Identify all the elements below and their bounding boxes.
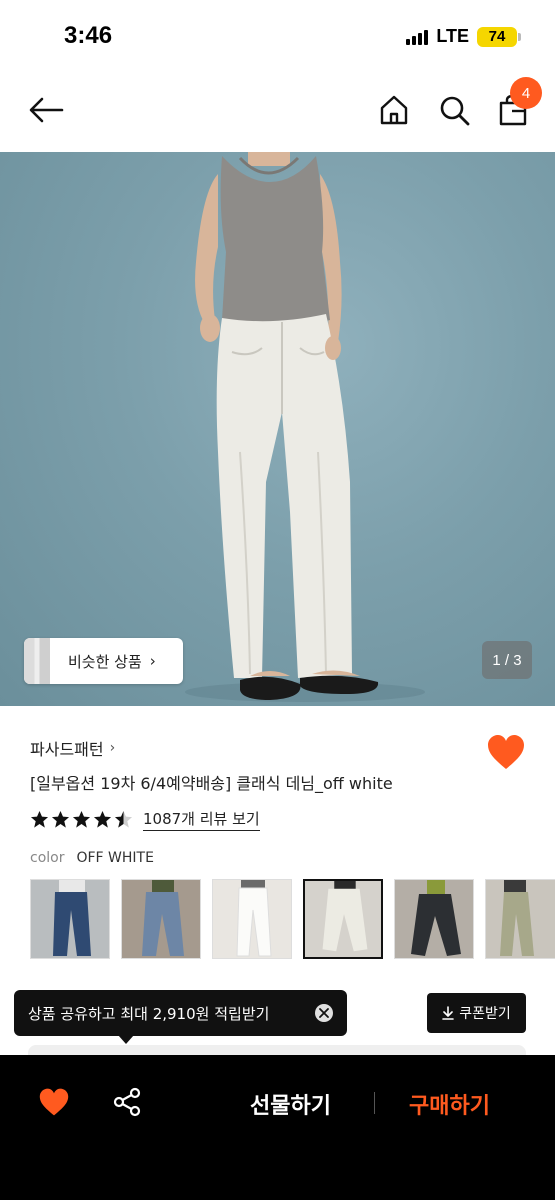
chevron-right-icon: ›	[109, 740, 116, 756]
review-link[interactable]: 1087개 리뷰 보기	[143, 808, 260, 831]
gift-button[interactable]: 선물하기	[250, 1088, 331, 1120]
product-photo	[185, 152, 425, 702]
like-button[interactable]	[486, 733, 526, 771]
close-tooltip-button[interactable]	[315, 1004, 333, 1022]
back-button[interactable]	[26, 90, 66, 130]
swatch-thumbnail	[31, 880, 109, 958]
home-icon	[380, 95, 408, 125]
battery-icon: 74	[477, 26, 521, 47]
search-icon	[440, 96, 470, 126]
star-icon	[30, 810, 49, 828]
similar-thumbnail	[24, 638, 50, 684]
share-reward-text: 상품 공유하고 최대 2,910원 적립받기	[28, 1004, 270, 1023]
similar-products-label: 비슷한 상품	[68, 652, 142, 671]
signal-icon	[406, 29, 429, 45]
share-reward-tooltip: 상품 공유하고 최대 2,910원 적립받기	[14, 990, 347, 1044]
swatch-white-denim[interactable]	[212, 879, 292, 959]
swatch-thumbnail	[122, 880, 200, 958]
product-title: [일부옵션 19차 6/4예약배송] 클래식 데님_off white	[30, 774, 393, 793]
network-label: LTE	[436, 26, 469, 46]
swatch-thumbnail	[213, 880, 291, 958]
bottom-action-bar: 선물하기 구매하기	[0, 1055, 555, 1200]
share-icon	[113, 1087, 141, 1117]
swatch-thumbnail	[305, 881, 381, 957]
share-button[interactable]	[112, 1087, 142, 1119]
swatch-thumbnail	[486, 880, 555, 958]
swatch-light-blue-denim[interactable]	[121, 879, 201, 959]
status-bar: 3:46 LTE 74	[0, 0, 555, 72]
coupon-label: 쿠폰받기	[459, 1006, 511, 1022]
app-header: 4	[0, 72, 555, 152]
color-swatch-list	[30, 877, 555, 961]
bottom-like-button[interactable]	[38, 1087, 72, 1119]
swatch-thumbnail	[395, 880, 473, 958]
coupon-button[interactable]: 쿠폰받기	[427, 993, 526, 1033]
status-time: 3:46	[64, 22, 113, 49]
star-icon	[51, 810, 70, 828]
star-icon	[72, 810, 91, 828]
color-value: OFF WHITE	[76, 850, 154, 866]
image-counter: 1 / 3	[482, 641, 532, 679]
brand-link[interactable]: 파사드패턴 ›	[30, 736, 115, 760]
close-icon	[319, 1008, 329, 1018]
swatch-olive-denim[interactable]	[485, 879, 555, 959]
rating-row: 1087개 리뷰 보기	[30, 808, 260, 831]
battery-level: 74	[488, 28, 506, 45]
divider	[374, 1092, 375, 1114]
back-arrow-icon	[29, 97, 64, 123]
download-icon	[442, 1006, 455, 1020]
star-icon	[114, 810, 133, 828]
similar-products-button[interactable]: 비슷한 상품 ›	[24, 638, 183, 684]
heart-icon	[39, 1088, 69, 1116]
swatch-off-white-denim[interactable]	[303, 879, 383, 959]
star-rating	[30, 810, 133, 829]
swatch-dark-blue-denim[interactable]	[30, 879, 110, 959]
status-indicators: LTE 74	[406, 26, 521, 47]
color-label: color	[30, 850, 65, 866]
star-icon	[93, 810, 112, 828]
home-button[interactable]	[374, 90, 414, 130]
brand-name: 파사드패턴	[30, 740, 104, 759]
product-image-carousel[interactable]: 비슷한 상품 › 1 / 3	[0, 152, 555, 706]
search-button[interactable]	[434, 90, 474, 130]
heart-icon	[488, 735, 524, 769]
color-row: color OFF WHITE	[30, 850, 154, 866]
chevron-right-icon: ›	[149, 652, 156, 670]
buy-button[interactable]: 구매하기	[409, 1088, 490, 1120]
cart-count-badge: 4	[510, 77, 542, 109]
swatch-black-denim[interactable]	[394, 879, 474, 959]
